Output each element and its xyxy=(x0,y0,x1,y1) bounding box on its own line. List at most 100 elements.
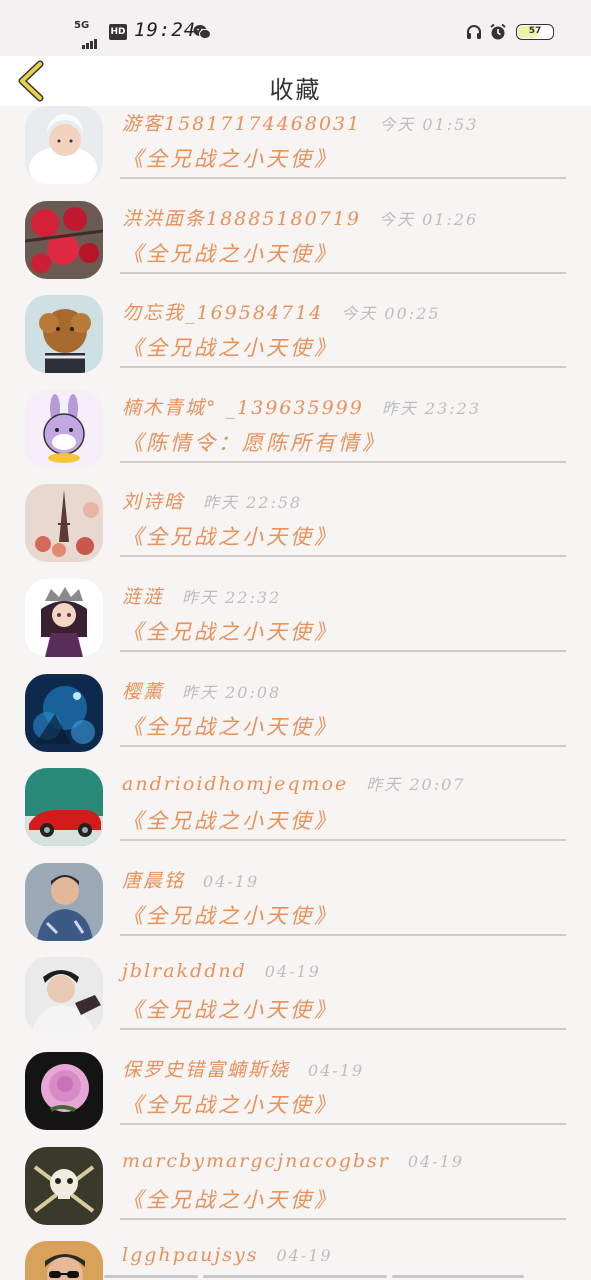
work-title[interactable]: 《全兄战之小天使》 xyxy=(122,994,338,1024)
avatar[interactable] xyxy=(25,578,103,657)
divider xyxy=(120,649,566,652)
user-name[interactable]: 唐晨铭 xyxy=(122,870,185,892)
divider xyxy=(120,933,566,936)
divider xyxy=(120,460,566,463)
name-line: 唐晨铭 04-19 xyxy=(122,866,259,893)
divider xyxy=(120,1122,566,1125)
user-name[interactable]: andrioidhomjeqmoe xyxy=(122,773,348,795)
name-line: 勿忘我_169584714 今天 00:25 xyxy=(122,298,441,325)
hd-icon: HD xyxy=(109,24,127,40)
name-line: 保罗史错富蝻斯娆 04-19 xyxy=(122,1055,364,1082)
list-item[interactable]: 保罗史错富蝻斯娆 04-19 《全兄战之小天使》 xyxy=(0,1041,591,1136)
user-name[interactable]: 樱薰 xyxy=(122,681,164,703)
signal-icon xyxy=(82,30,98,49)
work-title[interactable]: 《全兄战之小天使》 xyxy=(122,616,338,646)
work-title[interactable]: 《陈情令：愿陈所有情》 xyxy=(122,427,386,457)
user-name[interactable]: 勿忘我_169584714 xyxy=(122,302,323,324)
list-item[interactable]: 楠木青城° _139635999 昨天 23:23 《陈情令：愿陈所有情》 xyxy=(0,379,591,474)
post-time: 昨天 22:32 xyxy=(182,587,282,607)
user-name[interactable]: 游客15817174468031 xyxy=(122,113,361,135)
name-line: andrioidhomjeqmoe 昨天 20:07 xyxy=(122,771,465,795)
list-item[interactable]: 勿忘我_169584714 今天 00:25 《全兄战之小天使》 xyxy=(0,284,591,379)
divider xyxy=(120,1217,566,1220)
scroll-indicator xyxy=(203,1275,387,1278)
avatar[interactable] xyxy=(25,1241,103,1280)
name-line: 洪洪面条18885180719 今天 01:26 xyxy=(122,204,478,231)
user-name[interactable]: jblrakddnd xyxy=(122,960,247,982)
post-time: 04-19 xyxy=(264,962,321,982)
scroll-indicator xyxy=(392,1275,524,1278)
wechat-icon xyxy=(193,24,211,40)
work-title[interactable]: 《全兄战之小天使》 xyxy=(122,143,338,173)
work-title[interactable]: 《全兄战之小天使》 xyxy=(122,1089,338,1119)
work-title[interactable]: 《全兄战之小天使》 xyxy=(122,900,338,930)
avatar[interactable] xyxy=(25,389,103,468)
divider xyxy=(120,177,566,179)
user-name[interactable]: 保罗史错富蝻斯娆 xyxy=(122,1059,290,1081)
user-name[interactable]: 刘诗晗 xyxy=(122,491,185,513)
name-line: 游客15817174468031 今天 01:53 xyxy=(122,109,478,136)
user-name[interactable]: 楠木青城° _139635999 xyxy=(122,397,364,419)
list-item[interactable]: jblrakddnd 04-19 《全兄战之小天使》 xyxy=(0,946,591,1041)
post-time: 昨天 20:08 xyxy=(182,682,282,702)
page-title: 收藏 xyxy=(269,76,322,104)
list-item[interactable]: lgghpaujsys04-19《全兄战之小天使》 xyxy=(0,1230,591,1280)
post-time: 今天 00:25 xyxy=(341,304,441,324)
post-time: 04-19 xyxy=(276,1246,333,1266)
user-name[interactable]: 洪洪面条18885180719 xyxy=(122,208,361,230)
scroll-indicator xyxy=(104,1275,198,1278)
avatar[interactable] xyxy=(25,1051,103,1130)
avatar[interactable] xyxy=(25,484,103,563)
list-item[interactable]: 游客15817174468031 今天 01:53 《全兄战之小天使》 xyxy=(0,106,591,190)
post-time: 昨天 22:58 xyxy=(203,493,303,513)
avatar[interactable] xyxy=(25,862,103,941)
list-item[interactable]: 涟涟 昨天 22:32 《全兄战之小天使》 xyxy=(0,568,591,663)
favorites-list[interactable]: 游客15817174468031 今天 01:53 《全兄战之小天使》 洪洪面条188… xyxy=(0,106,591,1280)
divider xyxy=(120,555,566,558)
name-line: 楠木青城° _139635999 昨天 23:23 xyxy=(122,393,481,420)
work-title[interactable]: 《全兄战之小天使》 xyxy=(122,521,338,551)
avatar[interactable] xyxy=(25,673,103,752)
headset-icon xyxy=(465,23,483,41)
battery-icon: 57 xyxy=(516,24,554,40)
avatar[interactable] xyxy=(25,200,103,279)
avatar[interactable] xyxy=(25,106,103,184)
name-line: marcbymargcjnacogbsr 04-19 xyxy=(122,1150,464,1172)
battery-percent: 57 xyxy=(528,26,542,36)
divider xyxy=(120,744,566,747)
work-title[interactable]: 《全兄战之小天使》 xyxy=(122,1184,338,1214)
post-time: 04-19 xyxy=(407,1151,465,1171)
user-name[interactable]: lgghpaujsys xyxy=(122,1244,259,1266)
work-title[interactable]: 《全兄战之小天使》 xyxy=(122,711,338,741)
list-item[interactable]: 樱薰 昨天 20:08 《全兄战之小天使》 xyxy=(0,663,591,758)
alarm-icon xyxy=(489,23,507,41)
name-line: 涟涟 昨天 22:32 xyxy=(122,582,281,609)
divider xyxy=(120,839,566,842)
user-name[interactable]: 涟涟 xyxy=(122,586,164,608)
post-time: 今天 01:53 xyxy=(379,115,479,134)
work-title[interactable]: 《全兄战之小天使》 xyxy=(122,332,338,362)
list-item[interactable]: 刘诗晗 昨天 22:58 《全兄战之小天使》 xyxy=(0,473,591,568)
header-bar: 收藏 xyxy=(0,56,591,106)
list-item[interactable]: 洪洪面条18885180719 今天 01:26 《全兄战之小天使》 xyxy=(0,190,591,285)
avatar[interactable] xyxy=(25,1146,103,1225)
clock-time: 19:24 xyxy=(134,19,197,41)
work-title[interactable]: 《全兄战之小天使》 xyxy=(122,805,338,835)
post-time: 昨天 20:07 xyxy=(366,775,466,795)
divider xyxy=(120,271,566,274)
post-time: 04-19 xyxy=(308,1060,365,1080)
name-line: 樱薰 昨天 20:08 xyxy=(122,677,281,704)
work-title[interactable]: 《全兄战之小天使》 xyxy=(122,238,338,268)
user-name[interactable]: marcbymargcjnacogbsr xyxy=(122,1150,390,1172)
name-line: jblrakddnd 04-19 xyxy=(122,960,321,982)
list-item[interactable]: andrioidhomjeqmoe 昨天 20:07 《全兄战之小天使》 xyxy=(0,757,591,852)
avatar[interactable] xyxy=(25,768,103,847)
list-item[interactable]: 唐晨铭 04-19 《全兄战之小天使》 xyxy=(0,852,591,947)
avatar[interactable] xyxy=(25,295,103,374)
post-time: 04-19 xyxy=(203,871,260,891)
name-line: lgghpaujsys 04-19 xyxy=(122,1244,333,1266)
post-time: 昨天 23:23 xyxy=(381,398,482,418)
list-item[interactable]: marcbymargcjnacogbsr 04-19 《全兄战之小天使》 xyxy=(0,1136,591,1231)
name-line: 刘诗晗 昨天 22:58 xyxy=(122,487,302,514)
avatar[interactable] xyxy=(25,957,103,1036)
